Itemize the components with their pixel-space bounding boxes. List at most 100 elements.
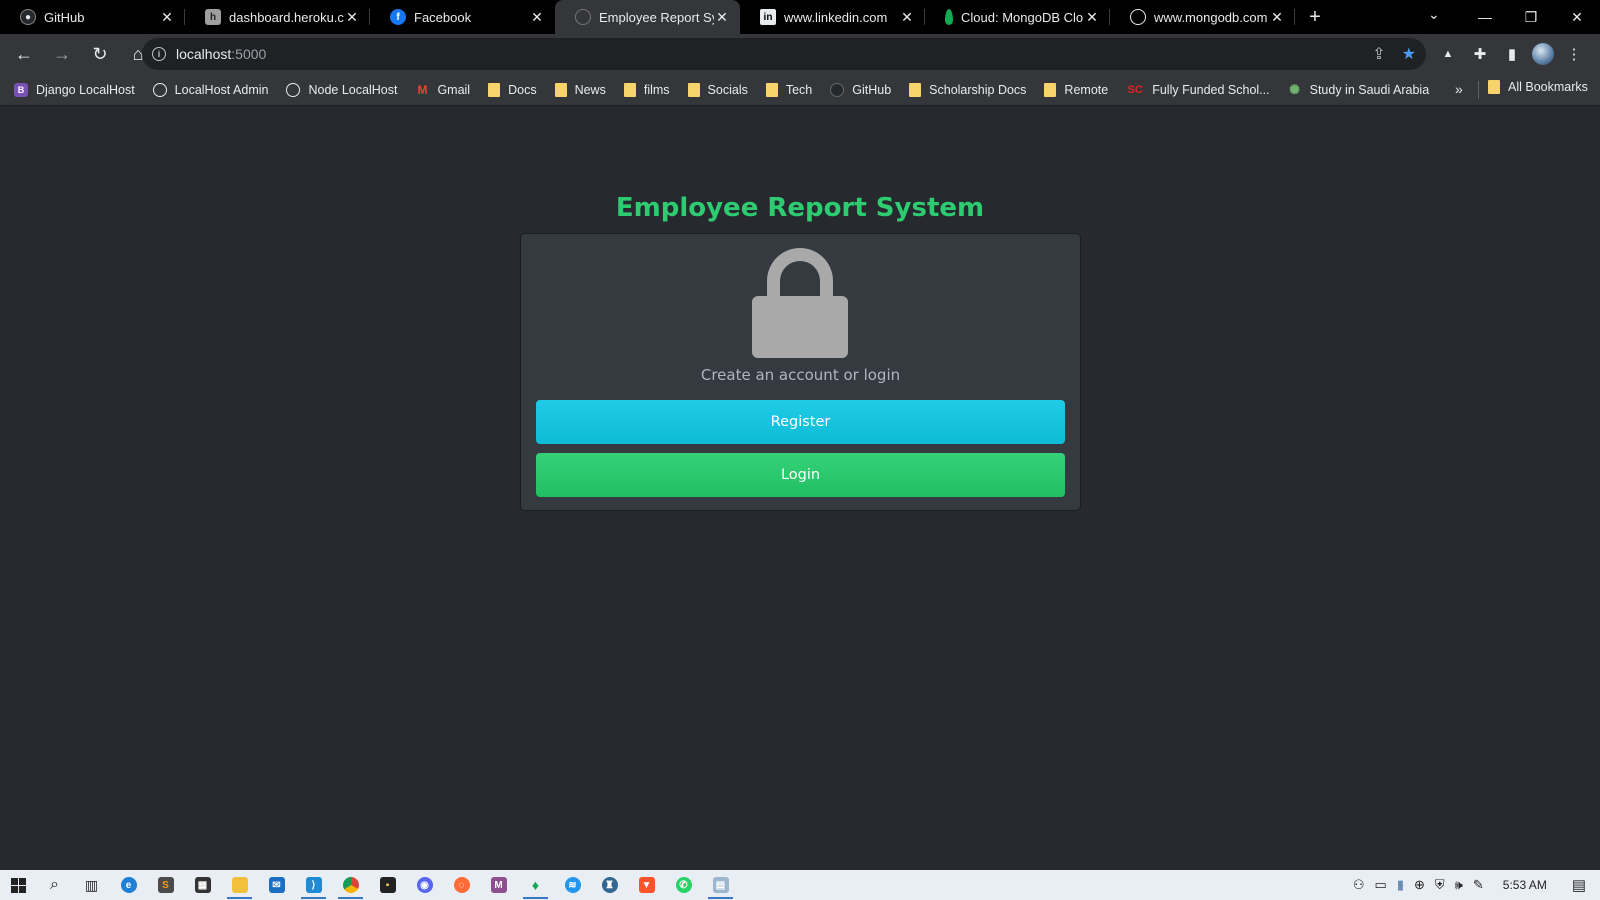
tab-mongodb-cloud[interactable]: Cloud: MongoDB Clou ✕ [925,0,1110,34]
auth-card: Create an account or login Register Logi… [520,233,1081,511]
folder-icon [1488,80,1500,94]
tab-linkedin[interactable]: in www.linkedin.com ✕ [740,0,925,34]
extension-icon[interactable]: ▲ [1436,38,1460,70]
folder-icon [909,82,922,97]
share-icon[interactable]: ⇪ [1372,44,1385,64]
lock-icon [752,248,848,358]
people-icon[interactable]: ⚇ [1353,877,1365,893]
bookmark-socials[interactable]: Socials [687,82,748,97]
folder-icon [554,82,567,97]
globe-icon [152,82,167,97]
bookmark-study-saudi[interactable]: ✺ Study in Saudi Arabia [1288,82,1430,97]
side-panel-icon[interactable]: ▮ [1500,38,1524,70]
back-icon[interactable]: ← [8,38,40,70]
restore-icon[interactable]: ❐ [1508,9,1554,26]
login-button[interactable]: Login [536,453,1065,497]
menu-icon[interactable]: ⋮ [1562,38,1586,70]
bookmark-tech[interactable]: Tech [765,82,813,97]
bookmark-django-localhost[interactable]: B Django LocalHost [14,82,135,97]
task-view-icon[interactable]: ▥ [73,870,110,900]
clock[interactable]: 5:53 AM [1503,878,1547,892]
close-icon[interactable]: ✕ [899,9,915,26]
discord-icon[interactable]: ◉ [406,870,443,900]
bookmark-scholarship-docs[interactable]: Scholarship Docs [909,82,1026,97]
bookmark-films[interactable]: films [623,82,670,97]
bookmark-github[interactable]: GitHub [830,82,891,97]
network-app-icon[interactable]: ▤ [702,870,739,900]
bookmark-label: Remote [1064,82,1109,97]
bookmark-star-icon[interactable]: ★ [1402,44,1416,64]
close-icon[interactable]: ✕ [714,9,730,26]
whatsapp-icon[interactable]: ✆ [665,870,702,900]
register-button[interactable]: Register [536,400,1065,444]
tab-github[interactable]: ● GitHub ✕ [0,0,185,34]
search-icon[interactable]: ⌕ [36,870,73,900]
bookmark-node-localhost[interactable]: Node LocalHost [286,82,397,97]
reload-icon[interactable]: ↻ [84,38,116,70]
minimize-icon[interactable]: — [1462,9,1508,25]
vscode-icon[interactable]: ⟩ [295,870,332,900]
store-icon[interactable]: ▦ [184,870,221,900]
close-icon[interactable]: ✕ [1269,9,1285,26]
edge-icon[interactable]: e [110,870,147,900]
bookmark-label: Tech [785,82,813,97]
all-bookmarks-button[interactable]: All Bookmarks [1488,80,1588,94]
address-bar[interactable]: i localhost:5000 ⇪ ★ [142,38,1426,70]
windows-start-icon[interactable] [0,870,36,900]
tab-mongodb[interactable]: www.mongodb.com ✕ [1110,0,1295,34]
folder-icon [687,82,700,97]
puzzle-icon[interactable]: ✚ [1468,38,1492,70]
bookmark-news[interactable]: News [554,82,606,97]
tab-heroku[interactable]: h dashboard.heroku.com ✕ [185,0,370,34]
network-icon[interactable]: ⊕ [1414,877,1425,893]
bookmark-fully-funded[interactable]: SC Fully Funded Schol... [1126,83,1270,97]
globe-icon [575,9,591,25]
chrome-icon[interactable] [332,870,369,900]
mongodb-icon[interactable]: ♦ [517,870,554,900]
bookmark-label: Gmail [437,82,471,97]
folder-icon [765,82,778,97]
bookmark-docs[interactable]: Docs [488,82,537,97]
forward-icon[interactable]: → [46,38,78,70]
tab-search-icon[interactable]: ⌄ [1428,6,1440,23]
bookmark-localhost-admin[interactable]: LocalHost Admin [152,82,268,97]
mongodb-compass-icon[interactable]: M [480,870,517,900]
heroku-icon: h [205,9,221,25]
close-icon[interactable]: ✕ [1084,9,1100,26]
folder-icon [1044,82,1057,97]
all-bookmarks-label: All Bookmarks [1508,80,1588,94]
profile-avatar[interactable] [1532,43,1554,65]
file-explorer-icon[interactable] [221,870,258,900]
battery-icon[interactable]: ▭ [1375,877,1387,893]
browser-toolbar: ← → ↻ ⌂ i localhost:5000 ⇪ ★ ▲ ✚ ▮ ⋮ [0,34,1600,74]
close-icon[interactable]: ✕ [529,9,545,26]
sticky-notes-icon[interactable]: ▪ [369,870,406,900]
sublime-icon[interactable]: S [147,870,184,900]
tab-employee-report[interactable]: Employee Report Syste ✕ [555,0,740,34]
bookmark-remote[interactable]: Remote [1044,82,1109,97]
bookmark-label: Study in Saudi Arabia [1309,82,1430,97]
bookmark-label: News [574,82,606,97]
bookmark-gmail[interactable]: M Gmail [415,83,470,97]
volume-icon[interactable]: 🕪 [1455,877,1463,893]
new-tab-button[interactable]: + [1295,6,1335,29]
docker-icon[interactable]: ≋ [554,870,591,900]
security-icon[interactable]: ⛨ [1435,877,1445,893]
notifications-icon[interactable]: ▤ [1572,876,1586,894]
github-icon: ● [20,9,36,25]
tray-app-icon[interactable]: ▮ [1397,877,1404,893]
window-close-icon[interactable]: ✕ [1554,9,1600,26]
postman-icon[interactable]: ◌ [443,870,480,900]
close-icon[interactable]: ✕ [159,9,175,26]
site-info-icon[interactable]: i [152,47,166,61]
pen-icon[interactable]: ✎ [1473,877,1484,893]
mongodb-icon [945,9,953,25]
bookmark-label: Socials [707,82,748,97]
tab-facebook[interactable]: f Facebook ✕ [370,0,555,34]
close-icon[interactable]: ✕ [344,9,360,26]
mail-icon[interactable]: ✉ [258,870,295,900]
postgres-icon[interactable]: ♜ [591,870,628,900]
brave-icon[interactable]: ▼ [628,870,665,900]
bookmarks-overflow-button[interactable]: » [1455,81,1463,97]
tab-title: Facebook [414,9,472,25]
